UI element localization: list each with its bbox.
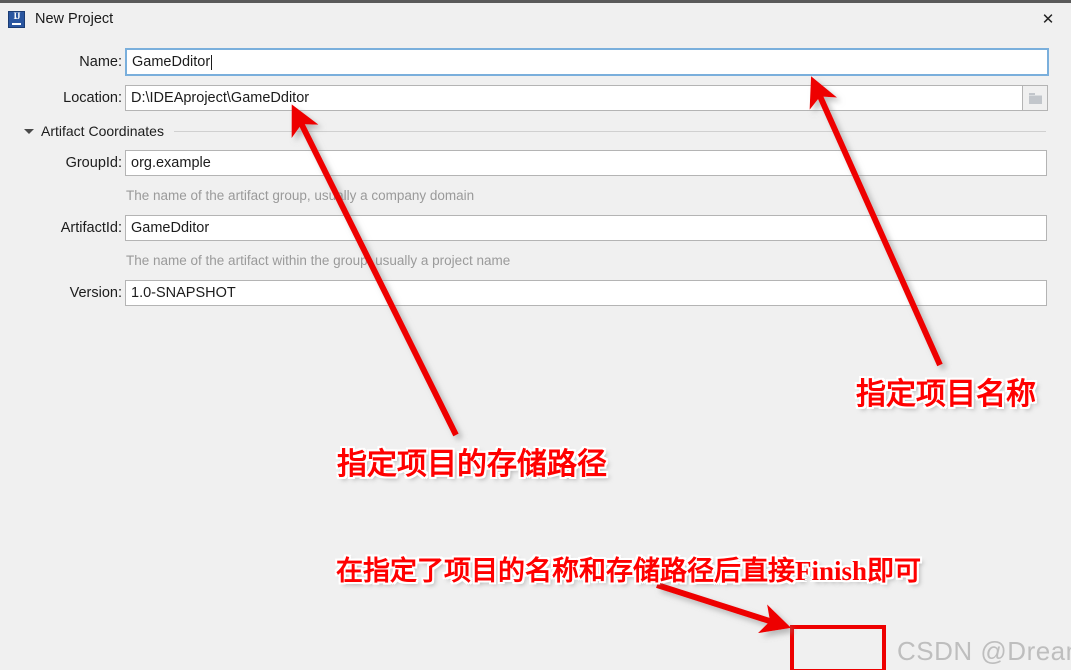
artifact-coordinates-title: Artifact Coordinates xyxy=(41,123,164,139)
name-input[interactable]: GameDditor xyxy=(125,48,1049,76)
version-input-value: 1.0-SNAPSHOT xyxy=(131,285,236,301)
annotation-specify-project-path: 指定项目的存储路径 xyxy=(337,448,607,481)
close-icon[interactable]: ✕ xyxy=(1025,3,1071,34)
title-bar: New Project ✕ xyxy=(0,3,1071,35)
triangle-down-icon xyxy=(24,128,34,134)
annotation-specify-project-name: 指定项目名称 xyxy=(856,378,1036,411)
artifactid-label: ArtifactId: xyxy=(60,220,122,236)
version-field-row: Version: 1.0-SNAPSHOT xyxy=(48,280,1047,306)
annotation-click-finish: 在指定了项目的名称和存储路径后直接Finish即可 xyxy=(336,556,922,586)
window-title: New Project xyxy=(35,11,114,27)
name-field-row: Name: GameDditor xyxy=(22,48,1049,76)
version-input[interactable]: 1.0-SNAPSHOT xyxy=(125,280,1047,306)
location-input[interactable]: D:\IDEAproject\GameDditor xyxy=(125,85,1023,111)
new-project-dialog: New Project ✕ Name: GameDditor Location:… xyxy=(0,0,1071,670)
location-label: Location: xyxy=(63,90,122,106)
browse-folder-button[interactable] xyxy=(1023,85,1048,111)
section-divider xyxy=(173,130,1046,132)
artifactid-hint: The name of the artifact within the grou… xyxy=(126,253,511,268)
name-label: Name: xyxy=(79,54,122,70)
groupid-input[interactable]: org.example xyxy=(125,150,1047,176)
version-label: Version: xyxy=(69,285,122,301)
name-input-value: GameDditor xyxy=(132,54,211,70)
artifact-coordinates-section-header[interactable]: Artifact Coordinates xyxy=(24,122,1046,140)
text-caret xyxy=(211,54,213,70)
groupid-label: GroupId: xyxy=(65,155,122,171)
groupid-hint: The name of the artifact group, usually … xyxy=(126,188,475,203)
intellij-idea-icon xyxy=(8,10,25,28)
groupid-input-value: org.example xyxy=(131,155,211,171)
artifactid-input[interactable]: GameDditor xyxy=(125,215,1047,241)
artifactid-field-row: ArtifactId: GameDditor xyxy=(48,215,1047,241)
folder-icon xyxy=(1028,93,1042,104)
dialog-button-bar: Previous Finish Cancel Help xyxy=(0,614,1071,670)
location-input-value: D:\IDEAproject\GameDditor xyxy=(131,90,310,106)
location-field-row: Location: D:\IDEAproject\GameDditor xyxy=(22,85,1048,111)
groupid-field-row: GroupId: org.example xyxy=(48,150,1047,176)
artifactid-input-value: GameDditor xyxy=(131,220,210,236)
